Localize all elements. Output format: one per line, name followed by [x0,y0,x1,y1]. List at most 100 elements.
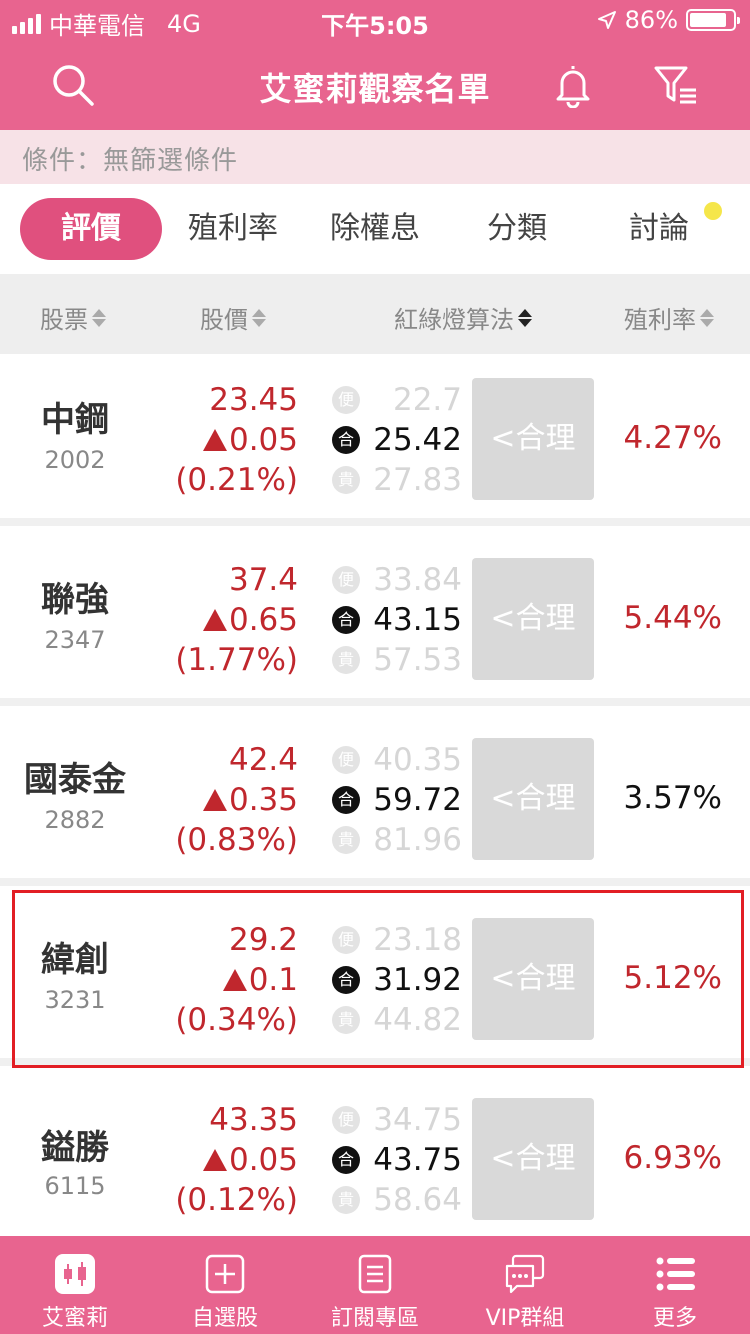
fair-icon: 合 [332,786,360,814]
dividend-yield: 5.12% [623,960,722,996]
valuation-badge: <合理 [472,738,594,860]
price-change-pct: (0.21%) [175,462,298,498]
stock-code: 3231 [44,986,106,1014]
tab-discussion[interactable]: 討論 [588,198,730,260]
expensive-icon: 貴 [332,646,360,674]
cheap-price: 34.75 [373,1102,462,1138]
nav-subscription[interactable]: 訂閱專區 [300,1236,450,1334]
up-arrow-icon [222,969,247,991]
stock-row[interactable]: 國泰金 2882 42.4 0.35 (0.83%) 便 40.35 合 59.72… [0,714,750,886]
expensive-price: 57.53 [373,642,462,678]
sort-icon [92,308,106,327]
up-arrow-icon [202,429,227,451]
filter-icon[interactable] [652,62,698,108]
sort-stock[interactable]: 股票 [40,300,106,335]
expensive-price: 81.96 [373,822,462,858]
menu-list-icon [656,1257,695,1291]
expensive-icon: 貴 [332,1186,360,1214]
fair-icon: 合 [332,1146,360,1174]
stock-name: 國泰金 [24,760,126,800]
column-stock-label: 股票 [40,306,88,334]
up-arrow-icon [202,609,227,631]
cheap-price: 33.84 [373,562,462,598]
location-arrow-icon [597,11,616,29]
dividend-yield: 5.44% [623,600,722,636]
stock-name: 中鋼 [41,400,109,440]
valuation-badge: <合理 [472,1098,594,1220]
stock-price: 37.4 [228,562,298,598]
tab-bar: 評價 殖利率 除權息 分類 討論 [0,184,750,274]
dividend-yield: 6.93% [623,1140,722,1176]
price-change-pct: (0.83%) [175,822,298,858]
stock-row[interactable]: 鎰勝 6115 43.35 0.05 (0.12%) 便 34.75 合 43.75… [0,1074,750,1236]
sort-price[interactable]: 股價 [200,300,266,335]
nav-label: 艾蜜莉 [41,1306,108,1331]
stock-row[interactable]: 緯創 3231 29.2 0.1 (0.34%) 便 23.18 合 31.92 貴… [0,894,750,1066]
cheap-price: 22.7 [392,382,462,418]
expensive-price: 58.64 [373,1182,462,1218]
valuation-badge: <合理 [472,918,594,1040]
price-change: 0.05 [175,420,298,460]
price-change-pct: (0.34%) [175,1002,298,1038]
nav-emily[interactable]: 艾蜜莉 [0,1236,150,1334]
tab-yield[interactable]: 殖利率 [162,198,304,260]
valuation-badge: <合理 [472,378,594,500]
bell-icon[interactable] [550,62,596,108]
sort-algo[interactable]: 紅綠燈算法 [394,300,532,335]
bottom-nav: 艾蜜莉 自選股 訂閱專區 VIP群組 更多 [0,1236,750,1334]
app-header: 艾蜜莉觀察名單 [0,40,750,130]
valuation-badge: <合理 [472,558,594,680]
fair-price: 43.75 [373,1142,462,1178]
nav-more[interactable]: 更多 [600,1236,750,1334]
nav-label: 自選股 [191,1306,258,1331]
stock-price: 42.4 [228,742,298,778]
fair-price: 43.15 [373,602,462,638]
tab-category[interactable]: 分類 [446,198,588,260]
stock-name: 緯創 [41,940,109,980]
sort-icon [700,308,714,327]
cheap-icon: 便 [332,1106,360,1134]
price-change: 0.1 [175,960,298,1000]
page-title: 艾蜜莉觀察名單 [259,70,491,108]
expensive-icon: 貴 [332,826,360,854]
valuation-values: 便 34.75 合 43.75 貴 58.64 [332,1100,462,1220]
stock-row[interactable]: 聯強 2347 37.4 0.65 (1.77%) 便 33.84 合 43.15 … [0,534,750,706]
price-change-pct: (1.77%) [175,642,298,678]
tab-valuation[interactable]: 評價 [20,198,162,260]
stock-name: 聯強 [41,580,109,620]
cheap-price: 23.18 [373,922,462,958]
fair-price: 31.92 [373,962,462,998]
fair-price: 25.42 [373,422,462,458]
stock-code: 6115 [44,1172,106,1200]
chat-icon [505,1254,545,1294]
cheap-icon: 便 [332,926,360,954]
document-icon [358,1254,392,1294]
cheap-icon: 便 [332,746,360,774]
cheap-icon: 便 [332,566,360,594]
column-header: 股票 股價 紅綠燈算法 殖利率 [0,274,750,354]
nav-vip-group[interactable]: VIP群組 [450,1236,600,1334]
price-block: 42.4 0.35 (0.83%) [175,740,298,860]
price-block: 29.2 0.1 (0.34%) [175,920,298,1040]
fair-icon: 合 [332,606,360,634]
stock-code: 2347 [44,626,106,654]
valuation-values: 便 23.18 合 31.92 貴 44.82 [332,920,462,1040]
dividend-yield: 3.57% [623,780,722,816]
dividend-yield: 4.27% [623,420,722,456]
stock-name: 鎰勝 [41,1128,109,1168]
price-change: 0.65 [175,600,298,640]
stock-row[interactable]: 中鋼 2002 23.45 0.05 (0.21%) 便 22.7 合 25.42 … [0,354,750,526]
up-arrow-icon [202,1149,227,1171]
battery-percent: 86% [624,6,678,34]
stock-code: 2002 [44,446,106,474]
sort-yield[interactable]: 殖利率 [624,300,714,335]
sort-icon [252,308,266,327]
notification-dot [704,202,722,220]
column-price-label: 股價 [200,306,248,334]
nav-watchlist[interactable]: 自選股 [150,1236,300,1334]
price-block: 23.45 0.05 (0.21%) [175,380,298,500]
status-right: 86% [597,6,740,34]
column-yield-label: 殖利率 [624,306,696,334]
price-block: 37.4 0.65 (1.77%) [175,560,298,680]
tab-dividend[interactable]: 除權息 [304,198,446,260]
